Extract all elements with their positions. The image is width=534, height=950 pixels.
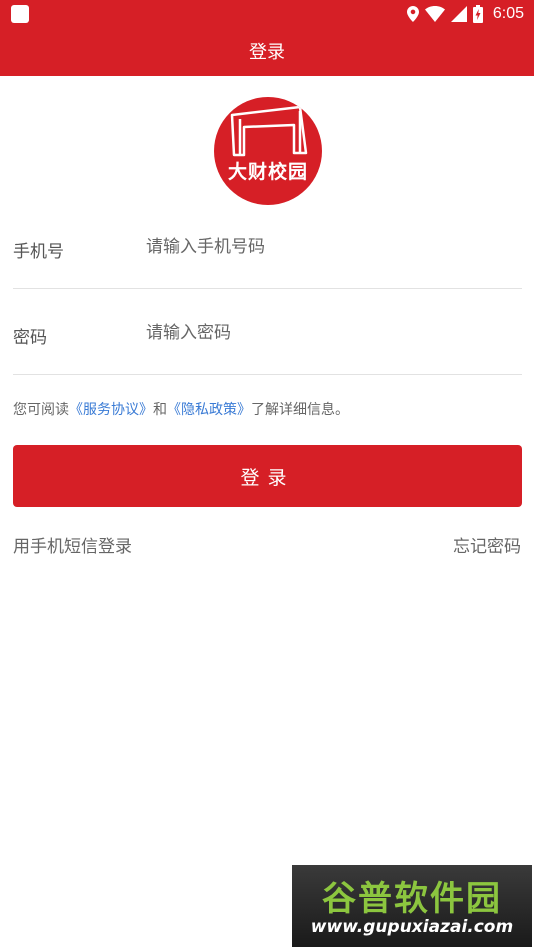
login-button[interactable]: 登录 xyxy=(13,445,522,507)
service-agreement-link[interactable]: 《服务协议》 xyxy=(69,402,153,418)
watermark: 谷普软件园 www.gupuxiazai.com xyxy=(292,865,532,947)
watermark-brand: 谷普软件园 xyxy=(322,879,502,919)
logo-text: 大财校园 xyxy=(227,161,308,183)
password-row: 密码 xyxy=(13,289,522,375)
status-bar: 6:05 xyxy=(0,0,534,28)
signal-icon xyxy=(450,6,467,22)
wifi-icon xyxy=(424,6,445,22)
agreement-prefix: 您可阅读 xyxy=(13,402,69,418)
agreement-and: 和 xyxy=(153,402,167,418)
phone-row: 手机号 xyxy=(13,203,522,289)
agreement-suffix: 了解详细信息。 xyxy=(251,402,349,418)
app-logo: 大财校园 xyxy=(214,97,322,205)
status-icons: 6:05 xyxy=(406,3,524,25)
password-input[interactable] xyxy=(146,317,506,349)
phone-input[interactable] xyxy=(146,231,506,263)
agreement-text: 您可阅读《服务协议》和《隐私政策》了解详细信息。 xyxy=(13,399,349,419)
watermark-url: www.gupuxiazai.com xyxy=(310,917,514,937)
forgot-password-link[interactable]: 忘记密码 xyxy=(453,532,521,557)
campus-gate-icon xyxy=(230,105,308,157)
status-time: 6:05 xyxy=(492,5,524,22)
sms-login-link[interactable]: 用手机短信登录 xyxy=(13,532,132,557)
page-title: 登录 xyxy=(249,42,285,63)
location-icon xyxy=(406,6,419,22)
title-bar: 登录 xyxy=(0,28,534,76)
battery-icon xyxy=(472,5,483,23)
privacy-policy-link[interactable]: 《隐私政策》 xyxy=(167,402,251,418)
app-icon xyxy=(11,5,29,23)
password-label: 密码 xyxy=(13,328,47,348)
phone-label: 手机号 xyxy=(13,242,64,262)
